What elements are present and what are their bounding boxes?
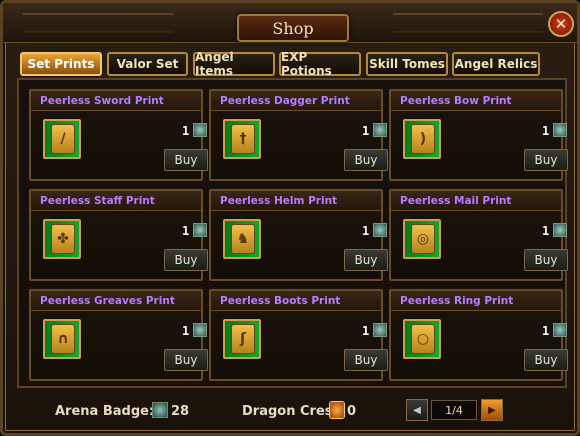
title-plate: Shop [237, 14, 349, 42]
item-quantity: 1 [362, 324, 370, 338]
gem-icon [553, 123, 567, 137]
dagger-scroll-icon[interactable]: † [223, 119, 261, 159]
shop-item-card: Peerless Dagger Print † 1 Buy [209, 89, 388, 181]
gem-icon [553, 223, 567, 237]
page-indicator: 1/4 [431, 400, 477, 420]
bow-scroll-icon[interactable]: ) [403, 119, 441, 159]
boots-scroll-icon[interactable]: ʃ [223, 319, 261, 359]
buy-button[interactable]: Buy [164, 149, 208, 171]
buy-button[interactable]: Buy [164, 349, 208, 371]
tab-set-prints[interactable]: Set Prints [20, 52, 102, 76]
buy-button[interactable]: Buy [524, 249, 568, 271]
tab-exp-potions[interactable]: EXP Potions [279, 50, 361, 78]
item-name: Peerless Boots Print [211, 291, 381, 311]
next-page-button[interactable]: ▶ [481, 399, 503, 421]
buy-button[interactable]: Buy [524, 349, 568, 371]
prev-page-button[interactable]: ◀ [406, 399, 428, 421]
item-name: Peerless Mail Print [391, 191, 561, 211]
mail-scroll-icon[interactable]: ◎ [403, 219, 441, 259]
staff-scroll-icon[interactable]: ✤ [43, 219, 81, 259]
item-quantity: 1 [542, 324, 550, 338]
dragon-crest-icon [329, 401, 345, 419]
gem-icon [193, 123, 207, 137]
gem-icon [373, 223, 387, 237]
tab-angel-items[interactable]: Angel Items [193, 50, 275, 78]
arena-badge-value: 28 [171, 404, 190, 419]
close-button[interactable]: ✕ [548, 11, 574, 37]
item-quantity: 1 [362, 124, 370, 138]
buy-button[interactable]: Buy [344, 249, 388, 271]
gem-icon [193, 223, 207, 237]
tab-angel-relics[interactable]: Angel Relics [452, 52, 540, 76]
dragon-crest-label: Dragon Crest [242, 404, 339, 419]
gem-icon [193, 323, 207, 337]
title-ornament-right [393, 13, 543, 33]
shop-item-card: Peerless Helm Print ♞ 1 Buy [209, 189, 388, 281]
item-name: Peerless Staff Print [31, 191, 201, 211]
ring-scroll-icon[interactable]: ○ [403, 319, 441, 359]
item-name: Peerless Dagger Print [211, 91, 381, 111]
item-quantity: 1 [362, 224, 370, 238]
item-name: Peerless Greaves Print [31, 291, 201, 311]
shop-item-card: Peerless Greaves Print ∩ 1 Buy [29, 289, 208, 381]
buy-button[interactable]: Buy [524, 149, 568, 171]
shop-item-card: Peerless Staff Print ✤ 1 Buy [29, 189, 208, 281]
item-quantity: 1 [182, 224, 190, 238]
title-bar: Shop ✕ [3, 3, 577, 43]
shop-item-card: Peerless Mail Print ◎ 1 Buy [389, 189, 568, 281]
buy-button[interactable]: Buy [164, 249, 208, 271]
item-quantity: 1 [182, 324, 190, 338]
greaves-scroll-icon[interactable]: ∩ [43, 319, 81, 359]
item-name: Peerless Ring Print [391, 291, 561, 311]
helm-scroll-icon[interactable]: ♞ [223, 219, 261, 259]
prev-page-icon: ◀ [413, 404, 421, 416]
shop-item-card: Peerless Ring Print ○ 1 Buy [389, 289, 568, 381]
arena-badge-icon [152, 402, 168, 418]
item-quantity: 1 [182, 124, 190, 138]
title-ornament-left [23, 13, 173, 33]
item-grid: Peerless Sword Print / 1 Buy Peerless Da… [17, 78, 568, 388]
tab-skill-tomes[interactable]: Skill Tomes [366, 52, 448, 76]
item-name: Peerless Bow Print [391, 91, 561, 111]
buy-button[interactable]: Buy [344, 349, 388, 371]
gem-icon [373, 123, 387, 137]
shop-item-card: Peerless Bow Print ) 1 Buy [389, 89, 568, 181]
item-name: Peerless Helm Print [211, 191, 381, 211]
gem-icon [553, 323, 567, 337]
shop-footer: Arena Badge: 28 Dragon Crest 0 ◀ 1/4 ▶ [3, 391, 577, 433]
shop-item-card: Peerless Sword Print / 1 Buy [29, 89, 208, 181]
tab-valor-set[interactable]: Valor Set [107, 52, 188, 76]
window-title: Shop [272, 18, 314, 38]
sword-scroll-icon[interactable]: / [43, 119, 81, 159]
arena-badge-label: Arena Badge: [55, 404, 155, 419]
gem-icon [373, 323, 387, 337]
item-name: Peerless Sword Print [31, 91, 201, 111]
item-quantity: 1 [542, 224, 550, 238]
dragon-crest-value: 0 [347, 404, 357, 419]
item-quantity: 1 [542, 124, 550, 138]
shop-item-card: Peerless Boots Print ʃ 1 Buy [209, 289, 388, 381]
buy-button[interactable]: Buy [344, 149, 388, 171]
close-icon: ✕ [554, 15, 568, 33]
next-page-icon: ▶ [488, 404, 496, 416]
shop-window: Shop ✕ Set Prints Valor Set Angel Items … [0, 0, 580, 436]
